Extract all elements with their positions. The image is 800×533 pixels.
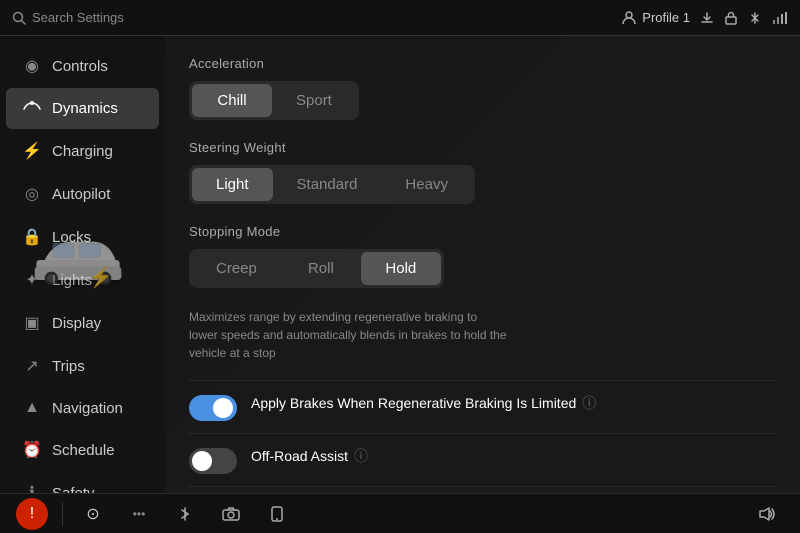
taskbar-divider bbox=[62, 502, 63, 526]
toggle-apply-brakes: Apply Brakes When Regenerative Braking I… bbox=[189, 380, 776, 433]
taskbar-bluetooth-icon[interactable] bbox=[169, 498, 201, 530]
stopping-creep-btn[interactable]: Creep bbox=[192, 252, 281, 285]
download-icon bbox=[700, 11, 714, 25]
taskbar-phone-icon[interactable] bbox=[261, 498, 293, 530]
search-area[interactable]: Search Settings bbox=[12, 10, 124, 25]
steering-light-btn[interactable]: Light bbox=[192, 168, 273, 201]
acceleration-sport-btn[interactable]: Sport bbox=[272, 84, 356, 117]
apply-brakes-label-area: Apply Brakes When Regenerative Braking I… bbox=[251, 393, 776, 413]
volume-icon[interactable] bbox=[752, 498, 784, 530]
off-road-info-icon[interactable]: ⓘ bbox=[354, 446, 368, 466]
signal-icon bbox=[772, 11, 788, 25]
acceleration-btn-group: Chill Sport bbox=[189, 81, 359, 120]
stopping-mode-desc: Maximizes range by extending regenerativ… bbox=[189, 308, 509, 362]
acceleration-chill-btn[interactable]: Chill bbox=[192, 84, 272, 117]
acceleration-title: Acceleration bbox=[189, 56, 776, 71]
bluetooth-icon bbox=[748, 11, 762, 25]
taskbar-left: ! ⊙ ••• bbox=[16, 498, 293, 530]
stopping-title: Stopping Mode bbox=[189, 224, 776, 239]
apply-brakes-title: Apply Brakes When Regenerative Braking I… bbox=[251, 393, 776, 413]
stopping-hold-btn[interactable]: Hold bbox=[361, 252, 441, 285]
search-icon bbox=[12, 11, 26, 25]
profile-label: Profile 1 bbox=[642, 10, 690, 25]
charging-lightning: ⚡ bbox=[88, 265, 113, 290]
off-road-title: Off-Road Assist ⓘ bbox=[251, 446, 776, 466]
apply-brakes-info-icon[interactable]: ⓘ bbox=[582, 393, 596, 413]
steering-title: Steering Weight bbox=[189, 140, 776, 155]
taskbar-icon-dots[interactable]: ••• bbox=[123, 498, 155, 530]
lock-icon bbox=[724, 11, 738, 25]
stopping-section: Stopping Mode Creep Roll Hold Maximizes … bbox=[189, 224, 776, 362]
top-bar: Search Settings Profile 1 bbox=[0, 0, 800, 36]
taskbar-right bbox=[752, 498, 784, 530]
profile-section[interactable]: Profile 1 bbox=[621, 10, 690, 26]
settings-panel: Acceleration Chill Sport Steering Weight… bbox=[165, 36, 800, 493]
steering-section: Steering Weight Light Standard Heavy bbox=[189, 140, 776, 204]
search-placeholder: Search Settings bbox=[32, 10, 124, 25]
stopping-btn-group: Creep Roll Hold bbox=[189, 249, 444, 288]
emergency-icon[interactable]: ! bbox=[16, 498, 48, 530]
steering-heavy-btn[interactable]: Heavy bbox=[381, 168, 472, 201]
apply-brakes-toggle[interactable] bbox=[189, 395, 237, 421]
toggle-off-road: Off-Road Assist ⓘ bbox=[189, 433, 776, 486]
steering-standard-btn[interactable]: Standard bbox=[273, 168, 382, 201]
off-road-label-area: Off-Road Assist ⓘ bbox=[251, 446, 776, 466]
stopping-roll-btn[interactable]: Roll bbox=[281, 252, 361, 285]
steering-btn-group: Light Standard Heavy bbox=[189, 165, 475, 204]
profile-icon bbox=[621, 10, 637, 26]
main-container: Search Settings Profile 1 bbox=[0, 0, 800, 533]
toggles-container: Apply Brakes When Regenerative Braking I… bbox=[189, 380, 776, 493]
taskbar-icon-1[interactable]: ⊙ bbox=[77, 498, 109, 530]
taskbar-camera-icon[interactable] bbox=[215, 498, 247, 530]
taskbar: ! ⊙ ••• bbox=[0, 493, 800, 533]
profile-area: Profile 1 bbox=[621, 10, 788, 26]
off-road-toggle[interactable] bbox=[189, 448, 237, 474]
content-row: ⚡ ◉ Controls Dynamics ⚡ Charging bbox=[0, 36, 800, 493]
car-area: ⚡ bbox=[0, 36, 155, 493]
acceleration-section: Acceleration Chill Sport bbox=[189, 56, 776, 120]
toggle-slip-start: Slip Start Use to help free vehicle stuc… bbox=[189, 486, 776, 493]
